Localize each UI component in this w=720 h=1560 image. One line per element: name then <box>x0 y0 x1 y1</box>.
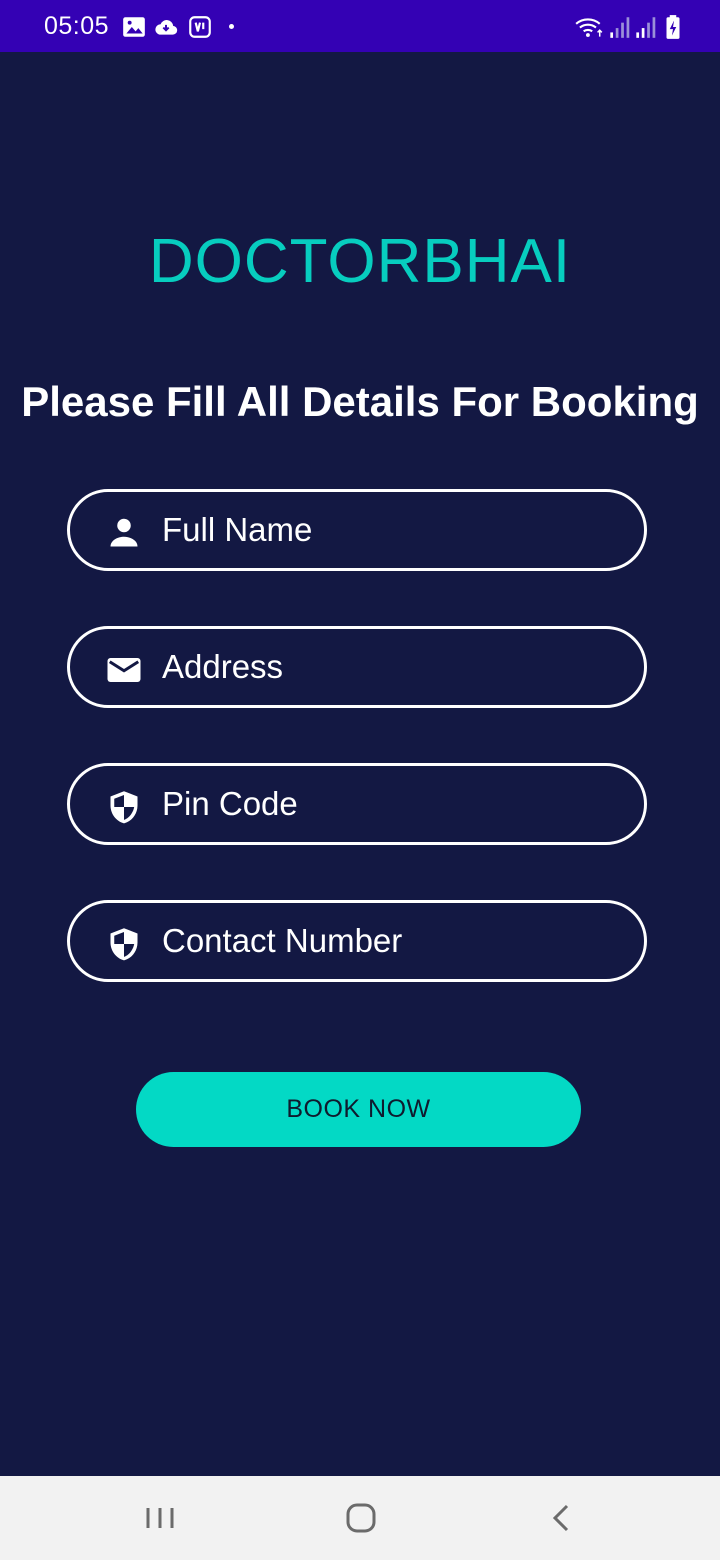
status-bar: 05:05 <box>0 0 720 52</box>
pin-code-field[interactable] <box>67 763 647 845</box>
cloud-download-icon <box>155 20 178 35</box>
mail-icon <box>107 658 141 682</box>
address-field[interactable] <box>67 626 647 708</box>
signal-icon <box>610 17 630 38</box>
app-brand-title: DOCTORBHAI <box>148 227 572 296</box>
notification-dot <box>229 24 234 29</box>
shield-icon <box>110 928 138 961</box>
app-notification-icon <box>189 16 211 38</box>
full-name-field[interactable] <box>67 489 647 571</box>
image-icon <box>123 17 145 37</box>
full-name-input[interactable] <box>162 504 622 556</box>
contact-number-field[interactable] <box>67 900 647 982</box>
contact-number-input[interactable] <box>162 915 622 967</box>
signal-icon <box>636 17 656 38</box>
battery-charging-icon <box>666 15 680 39</box>
wifi-icon <box>575 18 603 37</box>
system-nav-bar <box>0 1476 720 1560</box>
pin-code-input[interactable] <box>162 778 622 830</box>
book-now-button[interactable]: BOOK NOW <box>136 1072 581 1147</box>
page-subtitle: Please Fill All Details For Booking <box>21 378 699 425</box>
recent-apps-icon[interactable] <box>138 1496 182 1540</box>
shield-icon <box>110 791 138 824</box>
home-icon[interactable] <box>339 1496 383 1540</box>
status-time: 05:05 <box>44 12 110 40</box>
address-input[interactable] <box>162 641 622 693</box>
back-icon[interactable] <box>540 1496 584 1540</box>
person-icon <box>110 518 138 547</box>
